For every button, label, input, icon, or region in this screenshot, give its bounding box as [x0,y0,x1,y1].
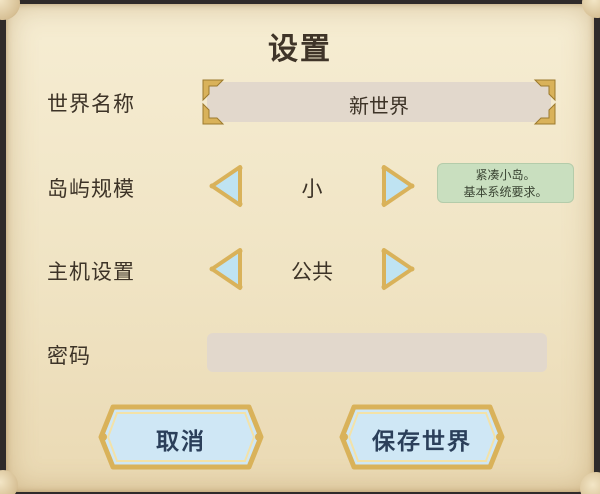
island-size-value: 小 [301,177,323,201]
arrow-left-icon[interactable] [208,247,244,291]
save-world-button[interactable]: 保存世界 [338,403,506,471]
arrow-right-icon[interactable] [380,247,416,291]
gold-corner-icon [202,79,225,102]
world-name-field[interactable]: 新世界 [207,82,551,122]
tooltip-line-2: 基本系统要求。 [463,185,548,199]
world-name-label: 世界名称 [47,92,135,116]
arrow-left-icon[interactable] [208,164,244,208]
world-name-value: 新世界 [349,94,409,118]
cancel-button[interactable]: 取消 [97,403,265,471]
gold-corner-icon [202,102,225,125]
password-input[interactable] [207,333,547,372]
gold-corner-icon [533,79,556,102]
tooltip-line-1: 紧凑小岛。 [475,168,536,182]
cancel-button-label: 取消 [156,429,206,455]
gold-corner-icon [533,102,556,125]
host-settings-label: 主机设置 [47,260,135,284]
password-label: 密码 [47,344,91,368]
arrow-right-icon[interactable] [380,164,416,208]
save-world-button-label: 保存世界 [372,429,472,455]
island-size-label: 岛屿规模 [47,177,135,201]
page-title: 设置 [268,32,332,67]
host-settings-value: 公共 [291,260,333,284]
settings-screen: 设置 世界名称 新世界 岛屿规模 小 紧凑小岛。 基本系统要求。 主机设置 公共 [0,0,600,494]
island-size-tooltip: 紧凑小岛。 基本系统要求。 [437,163,574,203]
